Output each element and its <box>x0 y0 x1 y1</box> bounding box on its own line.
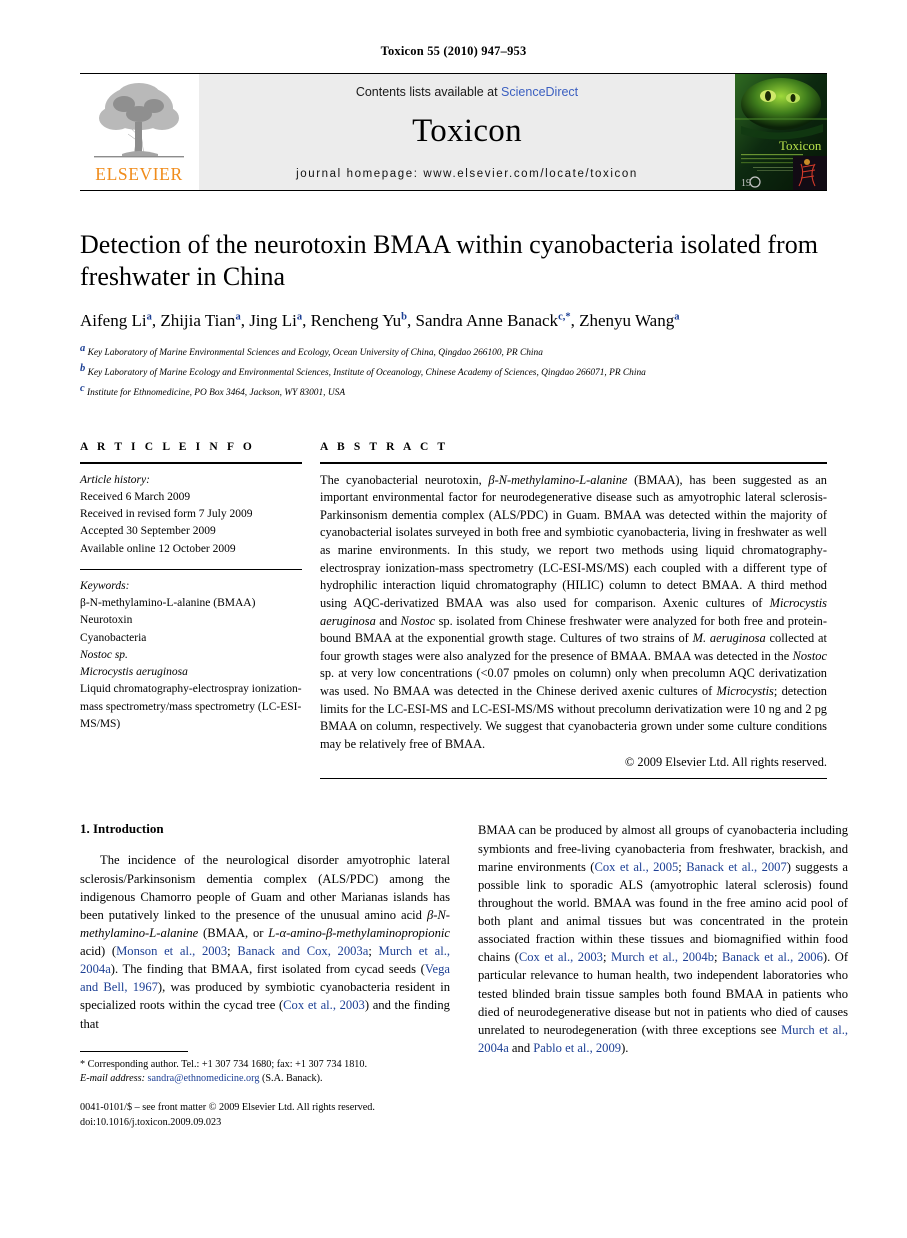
svg-text:19: 19 <box>741 178 751 189</box>
divider <box>80 568 302 570</box>
elsevier-tree-icon <box>84 78 194 160</box>
contents-available-line: Contents lists available at ScienceDirec… <box>199 85 735 99</box>
body-column-left: 1. Introduction The incidence of the neu… <box>80 821 450 1130</box>
keyword-item: Microcystis aeruginosa <box>80 664 302 681</box>
intro-paragraph-right: BMAA can be produced by almost all group… <box>478 823 849 1055</box>
footnote-area: * Corresponding author. Tel.: +1 307 734… <box>80 1050 450 1131</box>
article-info-column: A R T I C L E I N F O Article history: R… <box>80 441 302 780</box>
author-name: Zhijia Tian <box>160 311 236 331</box>
issn-line: 0041-0101/$ – see front matter © 2009 El… <box>80 1102 375 1114</box>
keyword-item: β-N-methylamino-L-alanine (BMAA) <box>80 597 256 610</box>
elsevier-logo: ELSEVIER <box>80 74 199 190</box>
author-affiliation-marker: a <box>235 311 241 323</box>
keyword-genus: Nostoc sp. <box>80 648 128 661</box>
svg-text:Toxicon: Toxicon <box>779 138 822 153</box>
author-affiliation-marker: a <box>674 311 680 323</box>
section-title-introduction: 1. Introduction <box>80 821 164 837</box>
history-item: Received 6 March 2009 <box>80 490 191 503</box>
author-name: Aifeng Li <box>80 311 147 331</box>
keyword-item: Liquid chromatography-electrospray ioniz… <box>80 683 302 730</box>
history-item: Received in revised form 7 July 2009 <box>80 508 253 521</box>
author: Sandra Anne Banackc,* <box>415 311 570 330</box>
abstract-text: The cyanobacterial neurotoxin, β-N-methy… <box>320 472 828 751</box>
running-head: Toxicon 55 (2010) 947–953 <box>380 44 527 58</box>
keywords-label: Keywords: <box>80 579 130 592</box>
intro-paragraph-left: The incidence of the neurological disord… <box>80 853 450 1031</box>
affiliation-text: Key Laboratory of Marine Ecology and Env… <box>87 368 646 379</box>
affiliation: b Key Laboratory of Marine Ecology and E… <box>80 361 827 381</box>
affiliation-marker: a <box>80 343 86 355</box>
keyword-item: Neurotoxin <box>80 614 133 627</box>
author-list: Aifeng Lia, Zhijia Tiana, Jing Lia, Renc… <box>80 311 680 331</box>
elsevier-wordmark: ELSEVIER <box>95 164 183 184</box>
abstract-column: A B S T R A C T The cyanobacterial neuro… <box>320 441 827 780</box>
affiliation-marker: c <box>80 382 85 394</box>
author-affiliation-marker: c,* <box>558 311 571 323</box>
history-item: Accepted 30 September 2009 <box>80 525 216 538</box>
author: Zhenyu Wanga <box>579 311 679 330</box>
issn-copyright-block: 0041-0101/$ – see front matter © 2009 El… <box>80 1101 450 1131</box>
author: Zhijia Tiana <box>160 311 240 330</box>
affiliation: a Key Laboratory of Marine Environmental… <box>80 341 827 361</box>
author: Jing Lia <box>249 311 302 330</box>
author-name: Rencheng Yu <box>310 311 402 331</box>
email-label: E-mail address: <box>80 1073 145 1085</box>
abstract-copyright: © 2009 Elsevier Ltd. All rights reserved… <box>624 755 827 770</box>
keyword-species: Microcystis aeruginosa <box>80 666 188 679</box>
divider <box>80 461 302 464</box>
journal-masthead: ELSEVIER Contents lists available at Sci… <box>80 73 827 191</box>
info-abstract-section: A R T I C L E I N F O Article history: R… <box>80 441 827 780</box>
contents-prefix: Contents lists available at <box>355 85 502 99</box>
author-name: Jing Li <box>249 311 297 331</box>
abstract-heading: A B S T R A C T <box>320 440 449 453</box>
email-link[interactable]: sandra@ethnomedicine.org <box>148 1073 260 1084</box>
page-title: Detection of the neurotoxin BMAA within … <box>80 230 818 291</box>
author-affiliation-marker: a <box>146 311 152 323</box>
affiliation-text: Institute for Ethnomedicine, PO Box 3464… <box>87 388 346 398</box>
keyword-item: Cyanobacteria <box>80 631 147 644</box>
masthead-center: Contents lists available at ScienceDirec… <box>199 74 735 190</box>
footnote-divider <box>80 1050 188 1052</box>
keyword-item: Nostoc sp. <box>80 647 302 664</box>
journal-cover-thumbnail: Toxicon 19 <box>735 74 827 190</box>
author-name: Zhenyu Wang <box>579 311 675 331</box>
body-column-right: BMAA can be produced by almost all group… <box>478 821 848 1130</box>
affiliation-marker: b <box>80 363 86 375</box>
author-name: Sandra Anne Banack <box>415 311 559 331</box>
body-columns: 1. Introduction The incidence of the neu… <box>80 821 848 1130</box>
email-note: E-mail address: sandra@ethnomedicine.org… <box>80 1072 450 1087</box>
affiliation: c Institute for Ethnomedicine, PO Box 34… <box>80 381 827 401</box>
paper-page: Toxicon 55 (2010) 947–953 ELSEVIER Conte… <box>0 0 907 1238</box>
journal-title: Toxicon <box>412 113 522 149</box>
author-affiliation-marker: b <box>401 311 407 323</box>
divider <box>320 778 827 780</box>
cover-artwork: Toxicon 19 <box>735 74 827 190</box>
title-block: Detection of the neurotoxin BMAA within … <box>80 229 827 401</box>
article-info-heading: A R T I C L E I N F O <box>80 440 255 453</box>
author: Aifeng Lia <box>80 311 152 330</box>
affiliation-text: Key Laboratory of Marine Environmental S… <box>87 348 543 359</box>
divider <box>320 461 827 464</box>
email-owner: (S.A. Banack). <box>261 1073 323 1085</box>
author: Rencheng Yub <box>311 311 407 330</box>
corresponding-author-note: * Corresponding author. Tel.: +1 307 734… <box>80 1058 368 1070</box>
doi-line: doi:10.1016/j.toxicon.2009.09.023 <box>80 1116 222 1128</box>
journal-homepage-link[interactable]: journal homepage: www.elsevier.com/locat… <box>199 168 735 180</box>
author-affiliation-marker: a <box>296 311 303 323</box>
affiliation-list: a Key Laboratory of Marine Environmental… <box>80 341 827 400</box>
article-history-label: Article history: <box>80 473 150 486</box>
sciencedirect-link[interactable]: ScienceDirect <box>501 85 578 99</box>
history-item: Available online 12 October 2009 <box>80 542 236 555</box>
